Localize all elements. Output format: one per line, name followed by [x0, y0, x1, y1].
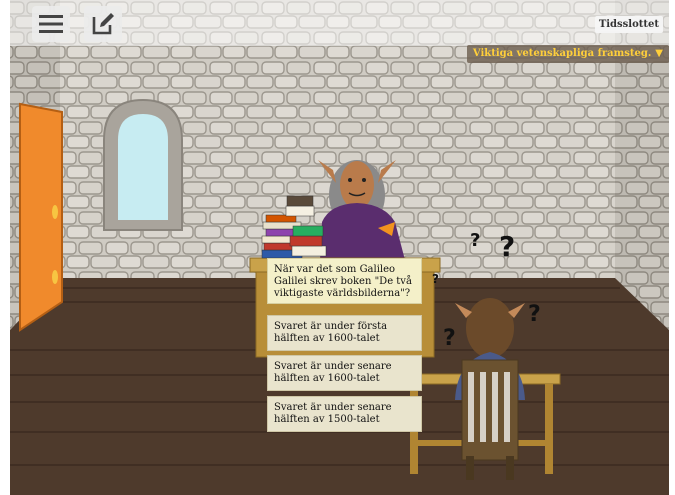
game-scene: ? ? ? ? ? Tidsslottet Viktiga vetenskapl…	[0, 0, 675, 495]
thought-mark: ?	[443, 326, 456, 351]
answer-text: Svaret är under senare hälften av 1600-t…	[274, 361, 392, 384]
question-bubble: När var det som Galileo Galilei skrev bo…	[267, 258, 422, 304]
notes-button[interactable]	[84, 6, 122, 42]
answer-option[interactable]: Svaret är under första hälften av 1600-t…	[267, 315, 422, 351]
thought-mark: ?	[528, 302, 541, 327]
question-text: När var det som Galileo Galilei skrev bo…	[274, 264, 412, 299]
thought-mark: ?	[499, 230, 516, 263]
answer-option[interactable]: Svaret är under senare hälften av 1500-t…	[267, 396, 422, 432]
answer-text: Svaret är under senare hälften av 1500-t…	[274, 402, 392, 425]
answer-text: Svaret är under första hälften av 1600-t…	[274, 321, 388, 344]
menu-button[interactable]	[32, 6, 70, 42]
hamburger-menu-icon	[39, 14, 63, 34]
thought-mark: ?	[470, 230, 481, 251]
thought-mark: ?	[432, 272, 439, 286]
edit-note-icon	[91, 12, 115, 36]
goal-banner[interactable]: Viktiga vetenskapliga framsteg. ▼	[466, 45, 669, 63]
goal-text: Viktiga vetenskapliga framsteg.	[472, 48, 652, 59]
location-label: Tidsslottet	[594, 16, 663, 33]
chevron-down-icon: ▼	[655, 48, 663, 59]
answer-option[interactable]: Svaret är under senare hälften av 1600-t…	[267, 355, 422, 391]
